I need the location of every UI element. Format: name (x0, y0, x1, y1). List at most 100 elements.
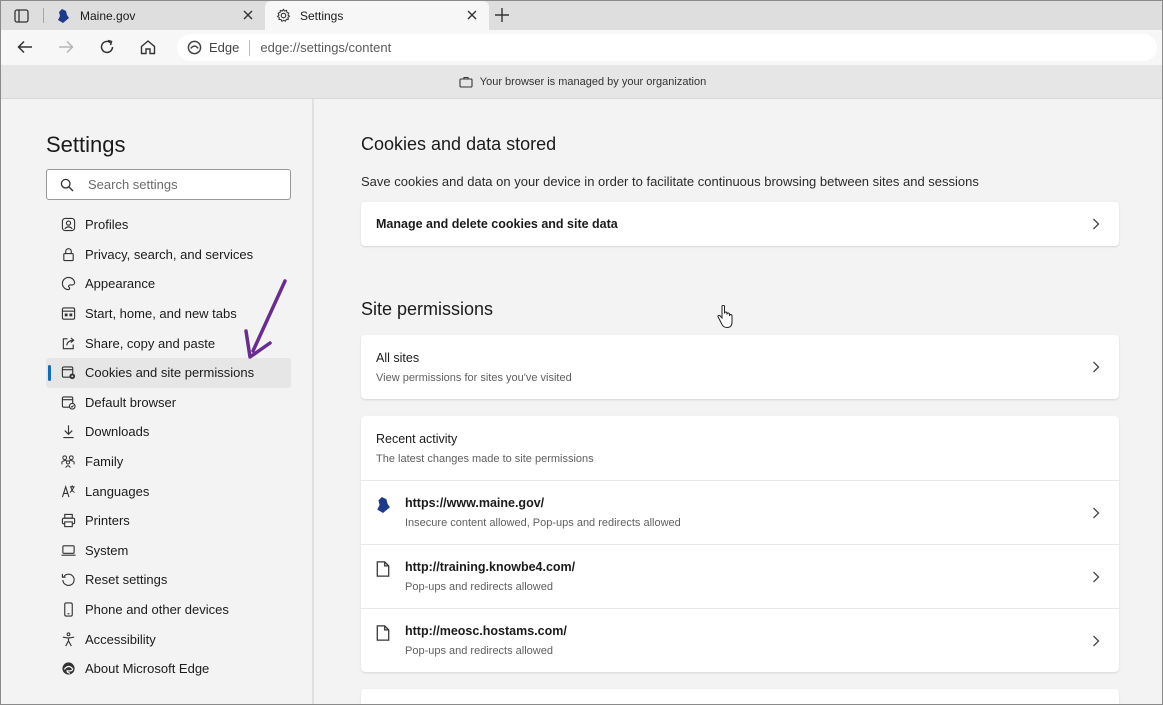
all-sites-title: All sites (376, 350, 420, 365)
sidebar-item-default-browser[interactable]: Default browser (46, 388, 291, 418)
recent-activity-subtitle: The latest changes made to site permissi… (376, 452, 594, 465)
recent-activity-card: Recent activity The latest changes made … (361, 416, 1119, 672)
page-icon (376, 625, 390, 641)
forward-arrow-icon[interactable] (57, 38, 75, 56)
managed-text: Your browser is managed by your organiza… (479, 75, 707, 88)
tab-label: Maine.gov (80, 8, 136, 23)
sidebar-item-privacy[interactable]: Privacy, search, and services (46, 240, 291, 270)
managed-banner: Your browser is managed by your organiza… (1, 65, 1162, 99)
recent-activity-header: Recent activity The latest changes made … (361, 416, 1119, 480)
recent-activity-title: Recent activity (376, 431, 458, 446)
sidebar-item-label: Start, home, and new tabs (85, 306, 237, 322)
reset-icon (60, 572, 76, 588)
chevron-right-icon (1093, 635, 1100, 646)
search-input[interactable] (88, 177, 268, 192)
sidebar-item-label: Default browser (85, 394, 177, 410)
chevron-right-icon (1093, 507, 1100, 518)
sidebar-item-label: Privacy, search, and services (85, 246, 254, 262)
tab-maine-gov[interactable]: Maine.gov (43, 1, 265, 30)
sidebar-item-about[interactable]: About Microsoft Edge (46, 654, 291, 684)
page-icon (376, 561, 390, 577)
sidebar-item-label: About Microsoft Edge (85, 661, 210, 677)
sidebar-item-system[interactable]: System (46, 536, 291, 566)
sidebar-item-downloads[interactable]: Downloads (46, 417, 291, 447)
sidebar-item-label: Printers (85, 513, 130, 529)
manage-cookies-row[interactable]: Manage and delete cookies and site data (361, 202, 1119, 246)
family-icon (60, 454, 76, 470)
sidebar-item-profiles[interactable]: Profiles (46, 210, 291, 240)
close-icon[interactable] (241, 8, 255, 22)
default-browser-icon (60, 394, 76, 410)
chevron-right-icon (1093, 361, 1100, 373)
download-icon (60, 424, 76, 440)
recent-site-row[interactable]: http://training.knowbe4.com/ Pop-ups and… (361, 544, 1119, 608)
tab-actions-icon[interactable] (9, 7, 31, 25)
site-url: https://www.maine.gov/ (405, 496, 545, 510)
sidebar-item-label: Phone and other devices (85, 602, 229, 618)
tab-label: Settings (300, 8, 344, 23)
recent-site-row[interactable]: http://meosc.hostams.com/ Pop-ups and re… (361, 608, 1119, 672)
settings-content: Cookies and data stored Save cookies and… (316, 99, 1162, 704)
omnibox-divider (249, 39, 251, 56)
system-icon (60, 542, 76, 558)
site-permission-detail: Pop-ups and redirects allowed (405, 645, 553, 657)
next-card-partial (361, 689, 1119, 704)
sidebar-item-languages[interactable]: Languages (46, 476, 291, 506)
site-permission-detail: Insecure content allowed, Pop-ups and re… (405, 517, 681, 529)
phone-icon (60, 602, 76, 618)
refresh-icon[interactable] (98, 38, 116, 56)
sidebar-item-family[interactable]: Family (46, 447, 291, 477)
tab-settings[interactable]: Settings (265, 1, 489, 30)
sidebar-item-label: Family (85, 454, 124, 470)
sidebar-item-label: Languages (85, 483, 150, 499)
start-tabs-icon (60, 306, 76, 322)
manage-cookies-card: Manage and delete cookies and site data (361, 202, 1119, 246)
lock-icon (60, 246, 76, 262)
sidebar-item-label: Downloads (85, 424, 150, 440)
hand-cursor-icon (717, 305, 733, 329)
address-toolbar: Edge edge://settings/content (1, 30, 1162, 65)
maine-gov-favicon (377, 497, 390, 513)
url-text[interactable]: edge://settings/content (260, 40, 391, 55)
all-sites-row[interactable]: All sites View permissions for sites you… (361, 335, 1119, 399)
sidebar-item-reset[interactable]: Reset settings (46, 565, 291, 595)
edge-logo-icon (187, 40, 202, 55)
gear-icon (275, 8, 291, 24)
cookies-heading: Cookies and data stored (361, 134, 557, 154)
annotation-arrow (244, 279, 287, 359)
maine-gov-favicon (55, 8, 71, 24)
address-bar[interactable]: Edge edge://settings/content (177, 34, 1157, 61)
recent-site-row[interactable]: https://www.maine.gov/ Insecure content … (361, 480, 1119, 544)
search-settings-box[interactable] (46, 169, 291, 200)
sidebar-item-accessibility[interactable]: Accessibility (46, 624, 291, 654)
sidebar-item-label: Accessibility (85, 631, 156, 647)
sidebar-item-label: Cookies and site permissions (85, 365, 255, 381)
printer-icon (60, 513, 76, 529)
accessibility-icon (60, 631, 76, 647)
site-permission-detail: Pop-ups and redirects allowed (405, 581, 553, 593)
briefcase-icon (459, 76, 473, 88)
languages-icon (60, 483, 76, 499)
search-icon (60, 178, 74, 191)
sidebar-item-phone[interactable]: Phone and other devices (46, 595, 291, 625)
profile-icon (60, 217, 76, 233)
edge-logo-icon (60, 661, 76, 677)
sidebar-item-printers[interactable]: Printers (46, 506, 291, 536)
cookies-description: Save cookies and data on your device in … (361, 174, 979, 189)
omnibox-label: Edge (209, 40, 240, 55)
browser-window: Maine.gov Settings Edge edge://settings/… (0, 0, 1163, 705)
chevron-right-icon (1093, 571, 1100, 582)
page-title: Settings (46, 132, 126, 157)
site-url: http://training.knowbe4.com/ (405, 560, 576, 574)
tab-strip: Maine.gov Settings (1, 1, 1162, 30)
sidebar-item-label: Share, copy and paste (85, 335, 216, 351)
settings-sidebar: Settings Profiles Privacy, search, and s… (1, 99, 314, 704)
sidebar-item-label: Reset settings (85, 572, 168, 588)
home-icon[interactable] (139, 38, 157, 56)
site-url: http://meosc.hostams.com/ (405, 624, 567, 638)
close-icon[interactable] (465, 8, 479, 22)
back-arrow-icon[interactable] (16, 38, 34, 56)
palette-icon (60, 276, 76, 292)
new-tab-plus-icon[interactable] (493, 6, 511, 24)
sidebar-item-label: Appearance (85, 276, 156, 292)
